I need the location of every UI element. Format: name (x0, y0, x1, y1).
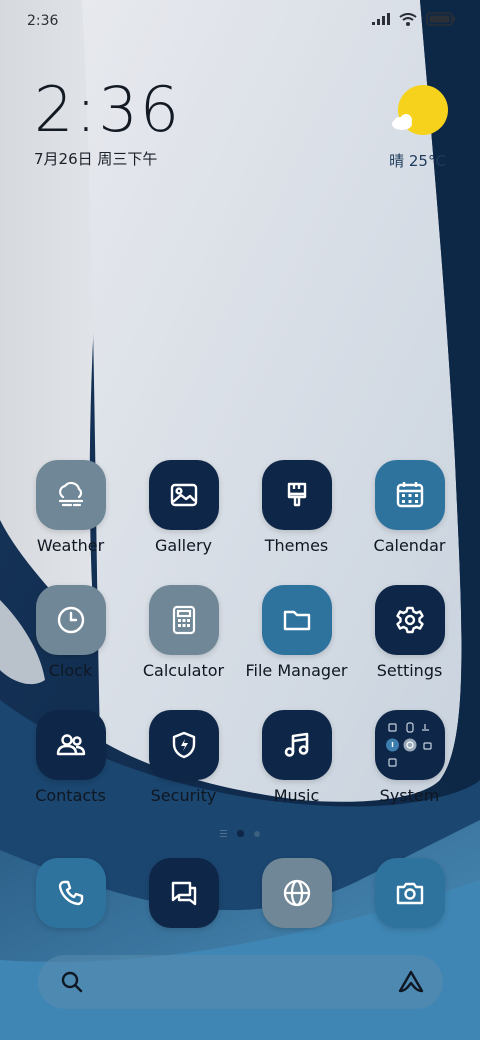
calculator-icon (148, 585, 219, 655)
calendar-icon (374, 460, 445, 530)
page-indicator[interactable] (0, 830, 480, 837)
clock-icon (35, 585, 106, 655)
app-clock[interactable]: Clock (14, 585, 127, 680)
weather-text: 晴 25°C (380, 150, 455, 171)
gallery-icon (148, 460, 219, 530)
system-folder-icon (374, 710, 445, 780)
status-icons (372, 12, 456, 26)
page-dot[interactable] (254, 830, 260, 837)
phone-icon[interactable] (36, 858, 106, 928)
clock-widget[interactable]: 2:36 7月26日 周三下午 (34, 78, 181, 169)
app-calculator[interactable]: Calculator (127, 585, 240, 680)
gear-icon (374, 585, 445, 655)
shield-icon (148, 710, 219, 780)
weather-temperature: 25°C (408, 152, 446, 170)
messages-icon[interactable] (149, 858, 219, 928)
app-row: Contacts Security Music System (0, 710, 480, 835)
app-weather[interactable]: Weather (14, 460, 127, 555)
app-label: Gallery (155, 536, 212, 555)
search-icon (61, 971, 83, 993)
status-time: 2:36 (27, 13, 59, 29)
page-dot-active[interactable] (237, 830, 244, 837)
app-label: Calculator (142, 661, 225, 680)
app-gallery[interactable]: Gallery (127, 460, 240, 555)
browser-globe-icon[interactable] (262, 858, 332, 928)
app-label: Calendar (373, 536, 446, 555)
app-label: Clock (48, 661, 93, 680)
app-security[interactable]: Security (127, 710, 240, 805)
app-contacts[interactable]: Contacts (14, 710, 127, 805)
app-row: Weather Gallery Themes Calendar (0, 460, 480, 585)
app-label: File Manager (245, 661, 348, 680)
app-calendar[interactable]: Calendar (353, 460, 466, 555)
app-system-folder[interactable]: System (353, 710, 466, 805)
app-grid: Weather Gallery Themes Calendar Clock Ca… (0, 460, 480, 835)
music-note-icon (261, 710, 332, 780)
assistant-icon[interactable] (397, 969, 425, 995)
weather-icon (35, 460, 106, 530)
app-label: Contacts (35, 786, 106, 805)
app-settings[interactable]: Settings (353, 585, 466, 680)
app-label: Themes (264, 536, 329, 555)
app-label: Weather (36, 536, 105, 555)
weather-widget[interactable]: 晴 25°C (380, 82, 455, 171)
app-row: Clock Calculator File Manager Settings (0, 585, 480, 710)
clock-time: 2:36 (34, 73, 182, 146)
app-label: Settings (376, 661, 443, 680)
app-label: Security (150, 786, 217, 805)
status-bar: 2:36 (0, 0, 480, 44)
battery-icon (426, 12, 455, 26)
search-bar[interactable] (38, 955, 443, 1009)
folder-icon (261, 585, 332, 655)
wifi-icon (399, 12, 417, 26)
signal-icon (372, 13, 390, 25)
contacts-icon (35, 710, 106, 780)
dock (0, 858, 480, 928)
camera-icon[interactable] (375, 858, 445, 928)
app-file-manager[interactable]: File Manager (240, 585, 353, 680)
clock-date: 7月26日 周三下午 (34, 150, 158, 168)
page-list-icon[interactable] (220, 830, 227, 837)
app-themes[interactable]: Themes (240, 460, 353, 555)
weather-condition: 晴 (389, 152, 405, 170)
app-label: System (379, 786, 440, 805)
app-music[interactable]: Music (240, 710, 353, 805)
themes-brush-icon (261, 460, 332, 530)
app-label: Music (273, 786, 320, 805)
sun-cloud-icon (391, 85, 448, 135)
home-screen: 2:36 2:36 7月26日 周三下午 晴 25°C Weather Gall… (0, 0, 480, 1040)
